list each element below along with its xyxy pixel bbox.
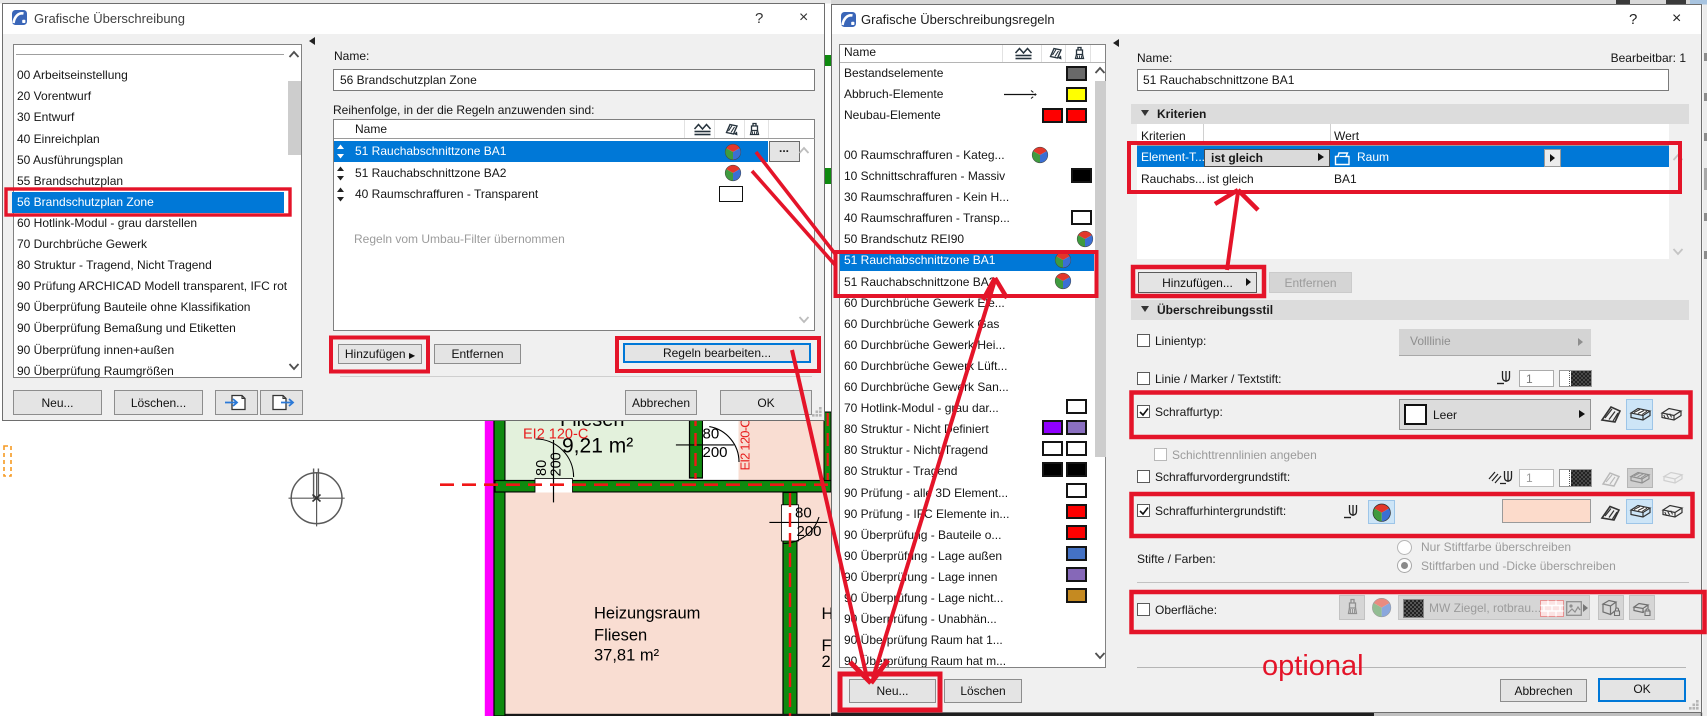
svg-text:EI2 120-C: EI2 120-C <box>523 427 588 443</box>
svg-text:200: 200 <box>549 452 565 476</box>
svg-text:200: 200 <box>703 444 728 461</box>
svg-text:37,81 m²: 37,81 m² <box>594 646 660 664</box>
svg-text:Heizungsraum: Heizungsraum <box>594 605 700 623</box>
svg-text:Fliesen: Fliesen <box>594 626 647 644</box>
svg-text:80: 80 <box>703 426 720 443</box>
svg-text:200: 200 <box>797 523 822 540</box>
svg-text:2: 2 <box>822 653 831 671</box>
svg-text:EI2 120-C: EI2 120-C <box>738 419 753 471</box>
svg-text:80: 80 <box>795 505 812 522</box>
